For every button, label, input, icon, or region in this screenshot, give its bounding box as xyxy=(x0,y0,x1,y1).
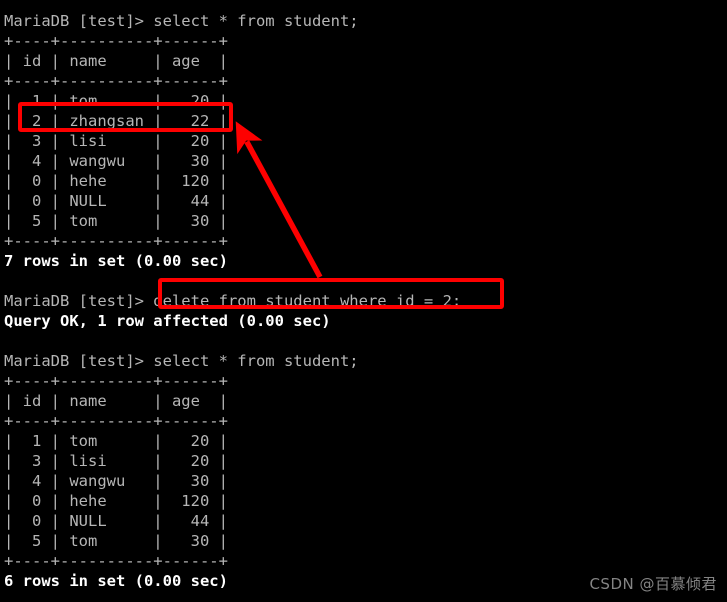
terminal-line-cmd-select-1: MariaDB [test]> select * from student; xyxy=(4,12,359,30)
terminal-line-scrollback-partial xyxy=(4,0,727,11)
terminal-line-t2-row-2: | 3 | lisi | 20 | xyxy=(4,452,228,470)
terminal-screen: MariaDB [test]> select * from student; +-… xyxy=(0,0,727,602)
terminal-line-t1-border-bot: +----+----------+------+ xyxy=(4,232,228,250)
terminal-line-t1-row-2: | 2 | zhangsan | 22 | xyxy=(4,112,228,130)
terminal-line-t2-row-4: | 0 | hehe | 120 | xyxy=(4,492,228,510)
terminal-line-t2-row-3: | 4 | wangwu | 30 | xyxy=(4,472,228,490)
terminal-line-t1-row-4: | 4 | wangwu | 30 | xyxy=(4,152,228,170)
terminal-line-cmd-delete: MariaDB [test]> delete from student wher… xyxy=(4,292,462,310)
terminal-line-t2-row-1: | 1 | tom | 20 | xyxy=(4,432,228,450)
terminal-line-t1-rowcount: 7 rows in set (0.00 sec) xyxy=(4,252,228,270)
terminal-line-t1-row-6: | 0 | NULL | 44 | xyxy=(4,192,228,210)
terminal-line-t2-border-mid: +----+----------+------+ xyxy=(4,412,228,430)
terminal-line-gap-1 xyxy=(4,271,727,291)
terminal-output[interactable]: MariaDB [test]> select * from student; +-… xyxy=(0,0,727,591)
terminal-line-t2-header: | id | name | age | xyxy=(4,392,228,410)
terminal-line-t1-row-5: | 0 | hehe | 120 | xyxy=(4,172,228,190)
csdn-watermark: CSDN @百慕倾君 xyxy=(589,575,717,593)
terminal-line-t1-header: | id | name | age | xyxy=(4,52,228,70)
terminal-line-t1-row-7: | 5 | tom | 30 | xyxy=(4,212,228,230)
terminal-line-t1-row-1: | 1 | tom | 20 | xyxy=(4,92,228,110)
terminal-line-t2-border-top: +----+----------+------+ xyxy=(4,372,228,390)
terminal-line-delete-result: Query OK, 1 row affected (0.00 sec) xyxy=(4,312,331,330)
terminal-line-t2-row-6: | 5 | tom | 30 | xyxy=(4,532,228,550)
terminal-line-t2-border-bot: +----+----------+------+ xyxy=(4,552,228,570)
terminal-line-cmd-select-2: MariaDB [test]> select * from student; xyxy=(4,352,359,370)
terminal-line-t1-border-top: +----+----------+------+ xyxy=(4,32,228,50)
terminal-line-t1-row-3: | 3 | lisi | 20 | xyxy=(4,132,228,150)
terminal-line-t1-border-mid: +----+----------+------+ xyxy=(4,72,228,90)
terminal-line-t2-row-5: | 0 | NULL | 44 | xyxy=(4,512,228,530)
terminal-line-gap-2 xyxy=(4,331,727,351)
